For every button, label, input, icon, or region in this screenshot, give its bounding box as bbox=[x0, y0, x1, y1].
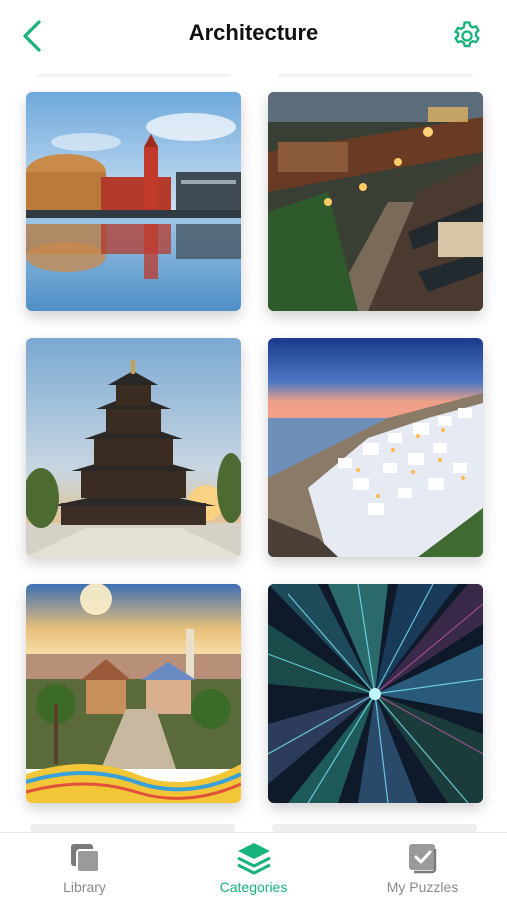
pagoda-image bbox=[26, 338, 241, 557]
tab-library[interactable]: Library bbox=[0, 833, 169, 901]
park-guell-image bbox=[26, 584, 241, 803]
puzzle-tile-park-guell[interactable] bbox=[26, 584, 241, 803]
category-grid bbox=[0, 72, 507, 832]
layers-icon bbox=[236, 843, 271, 875]
old-street-image bbox=[268, 92, 483, 311]
puzzle-tile-pagoda[interactable] bbox=[26, 338, 241, 557]
puzzle-tile-old-street[interactable] bbox=[268, 92, 483, 311]
next-row-tile-edge bbox=[272, 824, 477, 832]
tile-top-shadow bbox=[278, 74, 473, 78]
tab-my-puzzles[interactable]: My Puzzles bbox=[338, 833, 507, 901]
tab-categories-label: Categories bbox=[219, 879, 288, 895]
tile-top-shadow bbox=[36, 74, 231, 78]
bottom-tab-bar: Library Categories My Puzzles bbox=[0, 832, 507, 901]
santorini-image bbox=[268, 338, 483, 557]
library-icon bbox=[70, 844, 100, 873]
puzzle-tile-santorini[interactable] bbox=[268, 338, 483, 557]
tab-my-puzzles-label: My Puzzles bbox=[386, 879, 459, 895]
puzzle-tile-waterfront[interactable] bbox=[26, 92, 241, 311]
gear-icon bbox=[454, 21, 480, 48]
skyscrapers-image bbox=[268, 584, 483, 803]
waterfront-image bbox=[26, 92, 241, 311]
my-puzzles-icon bbox=[408, 844, 436, 874]
next-row-tile-edge bbox=[30, 824, 235, 832]
puzzle-tile-skyscrapers[interactable] bbox=[268, 584, 483, 803]
page-title: Architecture bbox=[188, 20, 319, 45]
tab-library-label: Library bbox=[63, 879, 106, 895]
settings-button[interactable] bbox=[447, 16, 487, 56]
tab-categories[interactable]: Categories bbox=[169, 833, 338, 901]
top-bar: Architecture bbox=[0, 0, 507, 72]
